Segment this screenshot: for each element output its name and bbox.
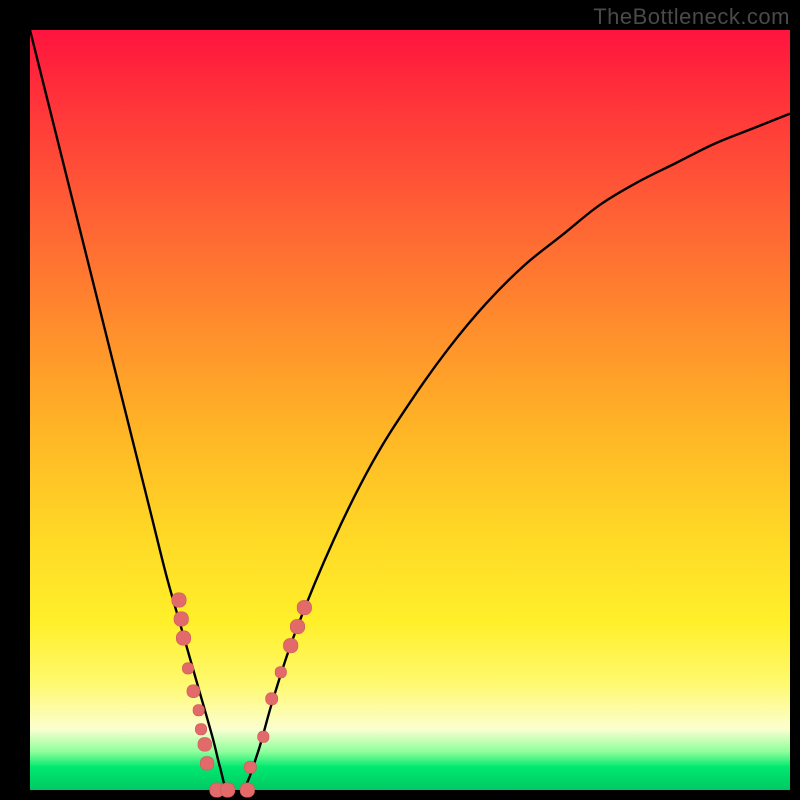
curve-marker — [198, 738, 212, 752]
curve-marker — [266, 693, 278, 705]
curve-markers — [172, 593, 312, 797]
curve-marker — [297, 600, 311, 614]
curve-marker — [283, 638, 297, 652]
chart-svg — [30, 30, 790, 790]
curve-marker — [200, 757, 214, 771]
curve-marker — [174, 612, 188, 626]
bottleneck-curve — [30, 30, 790, 794]
curve-marker — [187, 685, 200, 698]
curve-marker — [172, 593, 186, 607]
curve-marker — [275, 667, 286, 678]
curve-marker — [240, 783, 254, 797]
curve-marker — [220, 783, 234, 797]
curve-marker — [193, 705, 204, 716]
curve-marker — [176, 631, 190, 645]
curve-marker — [244, 761, 256, 773]
plot-area — [30, 30, 790, 790]
watermark-text: TheBottleneck.com — [593, 4, 790, 30]
curve-marker — [182, 663, 193, 674]
curve-marker — [258, 731, 269, 742]
curve-marker — [290, 619, 304, 633]
chart-frame: TheBottleneck.com — [0, 0, 800, 800]
curve-marker — [195, 724, 206, 735]
